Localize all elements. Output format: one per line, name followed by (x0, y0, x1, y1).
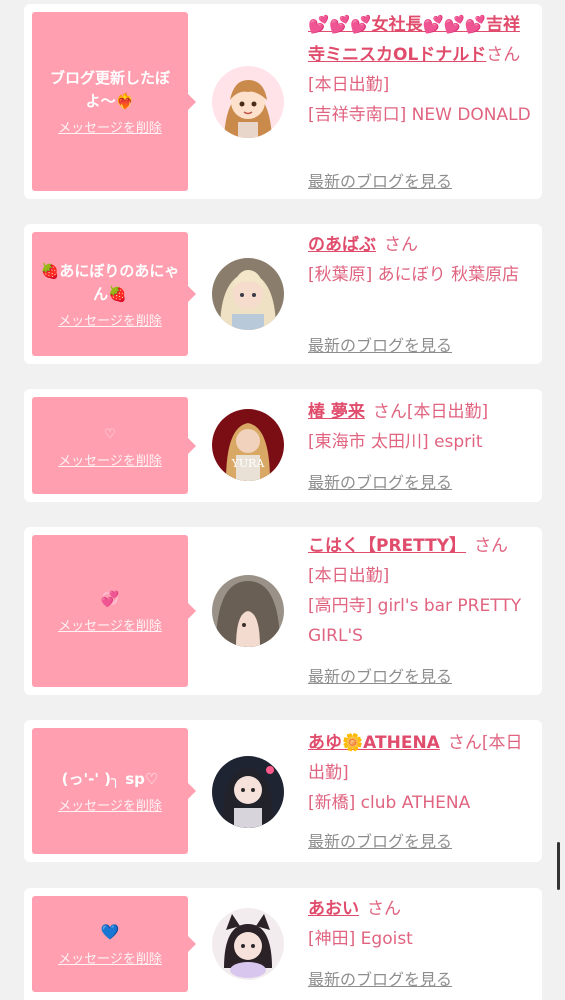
message-bubble: ブログ更新したぼよ〜❤️‍🔥 メッセージを削除 (32, 12, 196, 191)
user-name-link[interactable]: 椿 夢来 (308, 402, 365, 422)
user-info: 💕💕💕女社長💕💕💕吉祥寺ミニスカOLドナルドさん[本日出勤] [吉祥寺南口] N… (308, 10, 536, 130)
message-card: 🍓あにぼりのあにゃん🍓 メッセージを削除 のあばぶ さん [秋葉原] あにぼり 秋… (24, 224, 542, 364)
view-blog-link[interactable]: 最新のブログを見る (308, 332, 452, 356)
view-blog-link[interactable]: 最新のブログを見る (308, 966, 452, 990)
delete-message-link[interactable]: メッセージを削除 (58, 948, 162, 967)
delete-message-link[interactable]: メッセージを削除 (58, 450, 162, 469)
user-status: さん (367, 899, 401, 919)
cat-ear-girl-avatar[interactable] (212, 908, 284, 980)
status-label: [本日出勤] (308, 566, 390, 586)
message-card: ブログ更新したぼよ〜❤️‍🔥 メッセージを削除 💕💕💕女社長💕💕💕吉祥寺ミニスカ… (24, 4, 542, 199)
user-status: さん (384, 235, 418, 255)
blonde-girl-avatar[interactable] (212, 258, 284, 330)
delete-message-link[interactable]: メッセージを削除 (58, 795, 162, 814)
view-blog-link[interactable]: 最新のブログを見る (308, 168, 452, 192)
user-status: さん (474, 536, 509, 556)
shop-label: [秋葉原] あにぼり 秋葉原店 (308, 265, 520, 285)
view-blog-link[interactable]: 最新のブログを見る (308, 469, 452, 493)
brown-hair-avatar[interactable] (212, 575, 284, 647)
message-bubble: 🍓あにぼりのあにゃん🍓 メッセージを削除 (32, 232, 196, 356)
message-bubble: (っ'-' )╮ sp♡ メッセージを削除 (32, 728, 196, 854)
user-info: こはく【PRETTY】 さん [本日出勤] [高円寺] girl's bar PR… (308, 531, 536, 651)
message-bubble: 💞 メッセージを削除 (32, 535, 196, 687)
message-card: (っ'-' )╮ sp♡ メッセージを削除 あゆ🌼ATHENA さん[本日出勤] … (24, 720, 542, 862)
illustrated-girl-avatar[interactable] (212, 66, 284, 138)
message-text: ♡ (104, 426, 116, 442)
user-info: あゆ🌼ATHENA さん[本日出勤] [新橋] club ATHENA (308, 728, 536, 818)
user-info: 椿 夢来 さん[本日出勤] [東海市 太田川] esprit (308, 397, 536, 457)
message-text: ブログ更新したぼよ〜❤️‍🔥 (49, 69, 170, 110)
scrollbar[interactable] (557, 842, 560, 890)
message-text: 🍓あにぼりのあにゃん🍓 (40, 261, 180, 303)
user-status: さん[本日出勤] (372, 402, 489, 422)
view-blog-link[interactable]: 最新のブログを見る (308, 663, 452, 687)
shop-label: [高円寺] girl's bar PRETTY GIRL'S (308, 596, 522, 646)
message-bubble: 💙 メッセージを削除 (32, 896, 196, 992)
message-card: ♡ メッセージを削除 YURA 椿 夢来 さん[本日出勤] [東海市 太田川] e… (24, 389, 542, 502)
message-text: 💞 (100, 590, 120, 608)
view-blog-link[interactable]: 最新のブログを見る (308, 828, 452, 852)
user-name-link[interactable]: あおい (308, 899, 359, 919)
user-name-link[interactable]: のあばぶ (308, 235, 376, 255)
user-name-link[interactable]: あゆ🌼ATHENA (308, 733, 440, 753)
delete-message-link[interactable]: メッセージを削除 (58, 310, 162, 329)
shop-label: [神田] Egoist (308, 929, 413, 949)
shop-label: [東海市 太田川] esprit (308, 432, 483, 452)
shop-label: [吉祥寺南口] NEW DONALD (308, 105, 531, 125)
message-card: 💞 メッセージを削除 こはく【PRETTY】 さん [本日出勤] [高円寺] gi… (24, 527, 542, 695)
user-info: のあばぶ さん [秋葉原] あにぼり 秋葉原店 (308, 230, 536, 290)
message-text: 💙 (100, 923, 120, 941)
message-bubble: ♡ メッセージを削除 (32, 397, 196, 494)
delete-message-link[interactable]: メッセージを削除 (58, 117, 162, 136)
message-card: 💙 メッセージを削除 あおい さん [神田] Egoist 最新のブログを見る (24, 888, 542, 1000)
dark-hair-girl-avatar[interactable] (212, 756, 284, 828)
yura-birthday-avatar[interactable]: YURA (212, 409, 284, 481)
message-text: (っ'-' )╮ sp♡ (61, 770, 159, 788)
user-name-link[interactable]: こはく【PRETTY】 (308, 536, 466, 556)
shop-label: [新橋] club ATHENA (308, 793, 471, 813)
avatar-text: YURA (231, 457, 266, 470)
user-info: あおい さん [神田] Egoist (308, 894, 536, 954)
delete-message-link[interactable]: メッセージを削除 (58, 615, 162, 634)
